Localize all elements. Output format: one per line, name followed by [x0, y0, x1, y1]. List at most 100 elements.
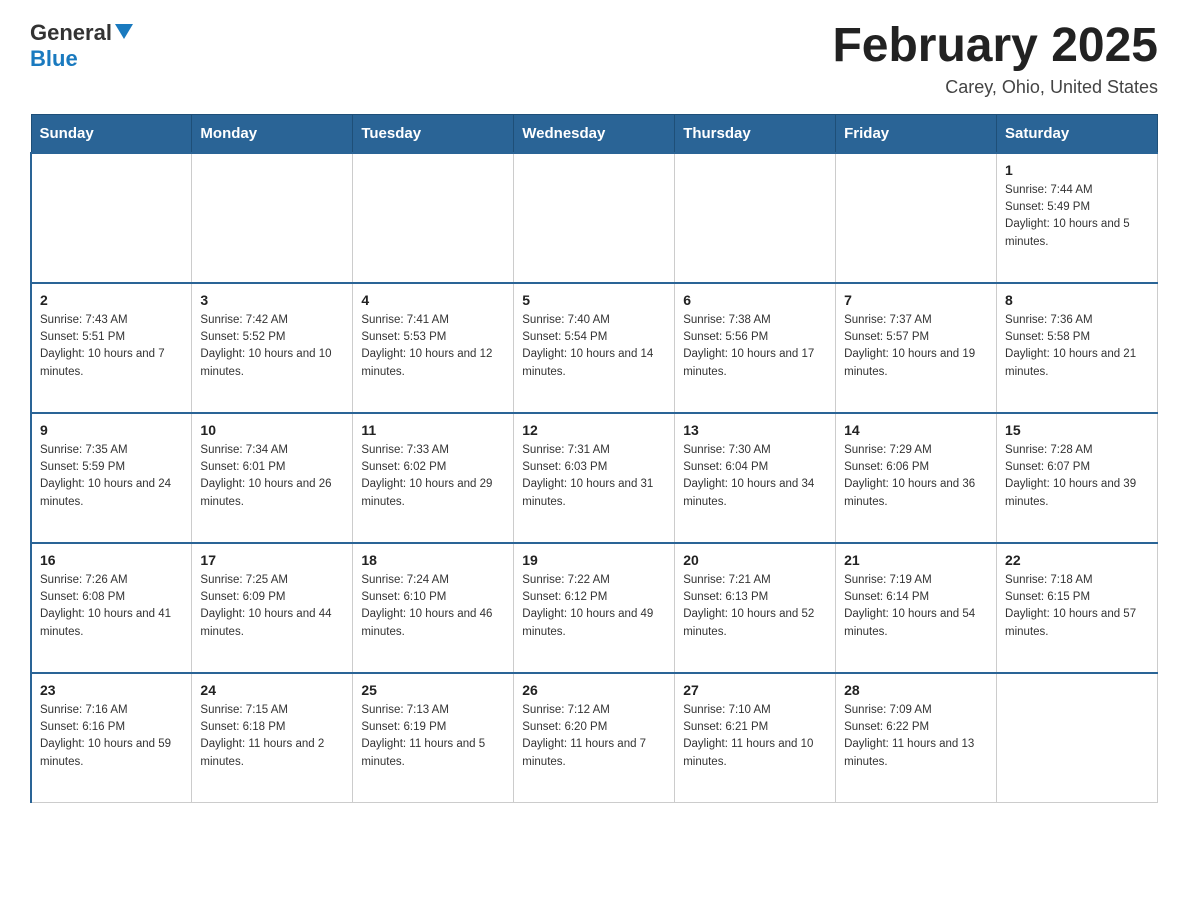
calendar-day-cell: 11 Sunrise: 7:33 AMSunset: 6:02 PMDayligh… — [353, 413, 514, 543]
calendar-day-cell: 19 Sunrise: 7:22 AMSunset: 6:12 PMDayligh… — [514, 543, 675, 673]
calendar-day-cell: 20 Sunrise: 7:21 AMSunset: 6:13 PMDayligh… — [675, 543, 836, 673]
calendar-day-cell — [836, 153, 997, 283]
day-number: 15 — [1005, 422, 1149, 438]
calendar-day-cell: 27 Sunrise: 7:10 AMSunset: 6:21 PMDayligh… — [675, 673, 836, 803]
day-number: 22 — [1005, 552, 1149, 568]
location: Carey, Ohio, United States — [832, 77, 1158, 98]
day-info: Sunrise: 7:16 AMSunset: 6:16 PMDaylight:… — [40, 702, 183, 771]
day-number: 20 — [683, 552, 827, 568]
day-number: 13 — [683, 422, 827, 438]
day-number: 28 — [844, 682, 988, 698]
day-info: Sunrise: 7:29 AMSunset: 6:06 PMDaylight:… — [844, 442, 988, 511]
day-info: Sunrise: 7:34 AMSunset: 6:01 PMDaylight:… — [200, 442, 344, 511]
calendar-day-cell: 12 Sunrise: 7:31 AMSunset: 6:03 PMDayligh… — [514, 413, 675, 543]
calendar-day-cell: 4Sunrise: 7:41 AMSunset: 5:53 PMDaylight… — [353, 283, 514, 413]
calendar-day-cell — [353, 153, 514, 283]
day-number: 16 — [40, 552, 183, 568]
calendar-day-cell: 21 Sunrise: 7:19 AMSunset: 6:14 PMDayligh… — [836, 543, 997, 673]
calendar-day-cell: 9Sunrise: 7:35 AMSunset: 5:59 PMDaylight… — [31, 413, 192, 543]
day-info: Sunrise: 7:33 AMSunset: 6:02 PMDaylight:… — [361, 442, 505, 511]
day-number: 21 — [844, 552, 988, 568]
day-info: Sunrise: 7:09 AMSunset: 6:22 PMDaylight:… — [844, 702, 988, 771]
calendar-day-cell: 5Sunrise: 7:40 AMSunset: 5:54 PMDaylight… — [514, 283, 675, 413]
calendar-weekday-monday: Monday — [192, 114, 353, 153]
calendar-day-cell: 13 Sunrise: 7:30 AMSunset: 6:04 PMDayligh… — [675, 413, 836, 543]
calendar-day-cell: 25 Sunrise: 7:13 AMSunset: 6:19 PMDayligh… — [353, 673, 514, 803]
calendar-day-cell — [31, 153, 192, 283]
month-title: February 2025 — [832, 20, 1158, 73]
logo: General Blue — [30, 20, 133, 72]
calendar-day-cell: 17Sunrise: 7:25 AMSunset: 6:09 PMDayligh… — [192, 543, 353, 673]
calendar-day-cell: 3Sunrise: 7:42 AMSunset: 5:52 PMDaylight… — [192, 283, 353, 413]
calendar-day-cell: 18 Sunrise: 7:24 AMSunset: 6:10 PMDayligh… — [353, 543, 514, 673]
day-info: Sunrise: 7:42 AMSunset: 5:52 PMDaylight:… — [200, 312, 344, 381]
day-info: Sunrise: 7:31 AMSunset: 6:03 PMDaylight:… — [522, 442, 666, 511]
day-info: Sunrise: 7:10 AMSunset: 6:21 PMDaylight:… — [683, 702, 827, 771]
calendar-day-cell: 8Sunrise: 7:36 AMSunset: 5:58 PMDaylight… — [997, 283, 1158, 413]
day-number: 25 — [361, 682, 505, 698]
day-info: Sunrise: 7:37 AMSunset: 5:57 PMDaylight:… — [844, 312, 988, 381]
day-info: Sunrise: 7:44 AMSunset: 5:49 PMDaylight:… — [1005, 182, 1149, 251]
calendar-weekday-sunday: Sunday — [31, 114, 192, 153]
day-info: Sunrise: 7:41 AMSunset: 5:53 PMDaylight:… — [361, 312, 505, 381]
day-info: Sunrise: 7:22 AMSunset: 6:12 PMDaylight:… — [522, 572, 666, 641]
day-info: Sunrise: 7:12 AMSunset: 6:20 PMDaylight:… — [522, 702, 666, 771]
day-number: 8 — [1005, 292, 1149, 308]
calendar-day-cell: 23 Sunrise: 7:16 AMSunset: 6:16 PMDayligh… — [31, 673, 192, 803]
day-info: Sunrise: 7:19 AMSunset: 6:14 PMDaylight:… — [844, 572, 988, 641]
day-info: Sunrise: 7:28 AMSunset: 6:07 PMDaylight:… — [1005, 442, 1149, 511]
day-info: Sunrise: 7:40 AMSunset: 5:54 PMDaylight:… — [522, 312, 666, 381]
calendar-day-cell — [675, 153, 836, 283]
day-number: 11 — [361, 422, 505, 438]
day-number: 12 — [522, 422, 666, 438]
day-info: Sunrise: 7:24 AMSunset: 6:10 PMDaylight:… — [361, 572, 505, 641]
day-number: 2 — [40, 292, 183, 308]
day-number: 14 — [844, 422, 988, 438]
day-number: 6 — [683, 292, 827, 308]
day-number: 19 — [522, 552, 666, 568]
calendar-week-row: 16 Sunrise: 7:26 AMSunset: 6:08 PMDayligh… — [31, 543, 1158, 673]
day-number: 18 — [361, 552, 505, 568]
logo-text-general: General — [30, 20, 112, 46]
logo-text-blue: Blue — [30, 46, 78, 71]
calendar-day-cell — [192, 153, 353, 283]
calendar-day-cell: 2 Sunrise: 7:43 AMSunset: 5:51 PMDaylight… — [31, 283, 192, 413]
calendar-day-cell: 24 Sunrise: 7:15 AMSunset: 6:18 PMDayligh… — [192, 673, 353, 803]
title-block: February 2025 Carey, Ohio, United States — [832, 20, 1158, 98]
calendar-day-cell: 15 Sunrise: 7:28 AMSunset: 6:07 PMDayligh… — [997, 413, 1158, 543]
calendar-day-cell: 28 Sunrise: 7:09 AMSunset: 6:22 PMDayligh… — [836, 673, 997, 803]
calendar-day-cell: 10 Sunrise: 7:34 AMSunset: 6:01 PMDayligh… — [192, 413, 353, 543]
logo-triangle-icon — [115, 24, 133, 39]
calendar-week-row: 9Sunrise: 7:35 AMSunset: 5:59 PMDaylight… — [31, 413, 1158, 543]
day-number: 10 — [200, 422, 344, 438]
day-info: Sunrise: 7:25 AMSunset: 6:09 PMDaylight:… — [200, 572, 344, 641]
day-number: 23 — [40, 682, 183, 698]
day-number: 1 — [1005, 162, 1149, 178]
day-info: Sunrise: 7:30 AMSunset: 6:04 PMDaylight:… — [683, 442, 827, 511]
calendar-weekday-thursday: Thursday — [675, 114, 836, 153]
day-number: 24 — [200, 682, 344, 698]
day-info: Sunrise: 7:26 AMSunset: 6:08 PMDaylight:… — [40, 572, 183, 641]
calendar-week-row: 23 Sunrise: 7:16 AMSunset: 6:16 PMDayligh… — [31, 673, 1158, 803]
calendar-day-cell: 22Sunrise: 7:18 AMSunset: 6:15 PMDayligh… — [997, 543, 1158, 673]
calendar-day-cell: 1 Sunrise: 7:44 AMSunset: 5:49 PMDaylight… — [997, 153, 1158, 283]
calendar-week-row: 2 Sunrise: 7:43 AMSunset: 5:51 PMDaylight… — [31, 283, 1158, 413]
day-number: 7 — [844, 292, 988, 308]
calendar-day-cell: 14 Sunrise: 7:29 AMSunset: 6:06 PMDayligh… — [836, 413, 997, 543]
day-number: 27 — [683, 682, 827, 698]
calendar-day-cell — [997, 673, 1158, 803]
day-info: Sunrise: 7:15 AMSunset: 6:18 PMDaylight:… — [200, 702, 344, 771]
day-info: Sunrise: 7:21 AMSunset: 6:13 PMDaylight:… — [683, 572, 827, 641]
day-info: Sunrise: 7:35 AMSunset: 5:59 PMDaylight:… — [40, 442, 183, 511]
calendar-weekday-tuesday: Tuesday — [353, 114, 514, 153]
day-info: Sunrise: 7:43 AMSunset: 5:51 PMDaylight:… — [40, 312, 183, 381]
calendar-weekday-friday: Friday — [836, 114, 997, 153]
page-header: General Blue February 2025 Carey, Ohio, … — [30, 20, 1158, 98]
calendar-day-cell — [514, 153, 675, 283]
calendar-day-cell: 7 Sunrise: 7:37 AMSunset: 5:57 PMDaylight… — [836, 283, 997, 413]
calendar-day-cell: 6Sunrise: 7:38 AMSunset: 5:56 PMDaylight… — [675, 283, 836, 413]
calendar-day-cell: 16 Sunrise: 7:26 AMSunset: 6:08 PMDayligh… — [31, 543, 192, 673]
calendar-weekday-wednesday: Wednesday — [514, 114, 675, 153]
day-info: Sunrise: 7:13 AMSunset: 6:19 PMDaylight:… — [361, 702, 505, 771]
calendar-week-row: 1 Sunrise: 7:44 AMSunset: 5:49 PMDaylight… — [31, 153, 1158, 283]
